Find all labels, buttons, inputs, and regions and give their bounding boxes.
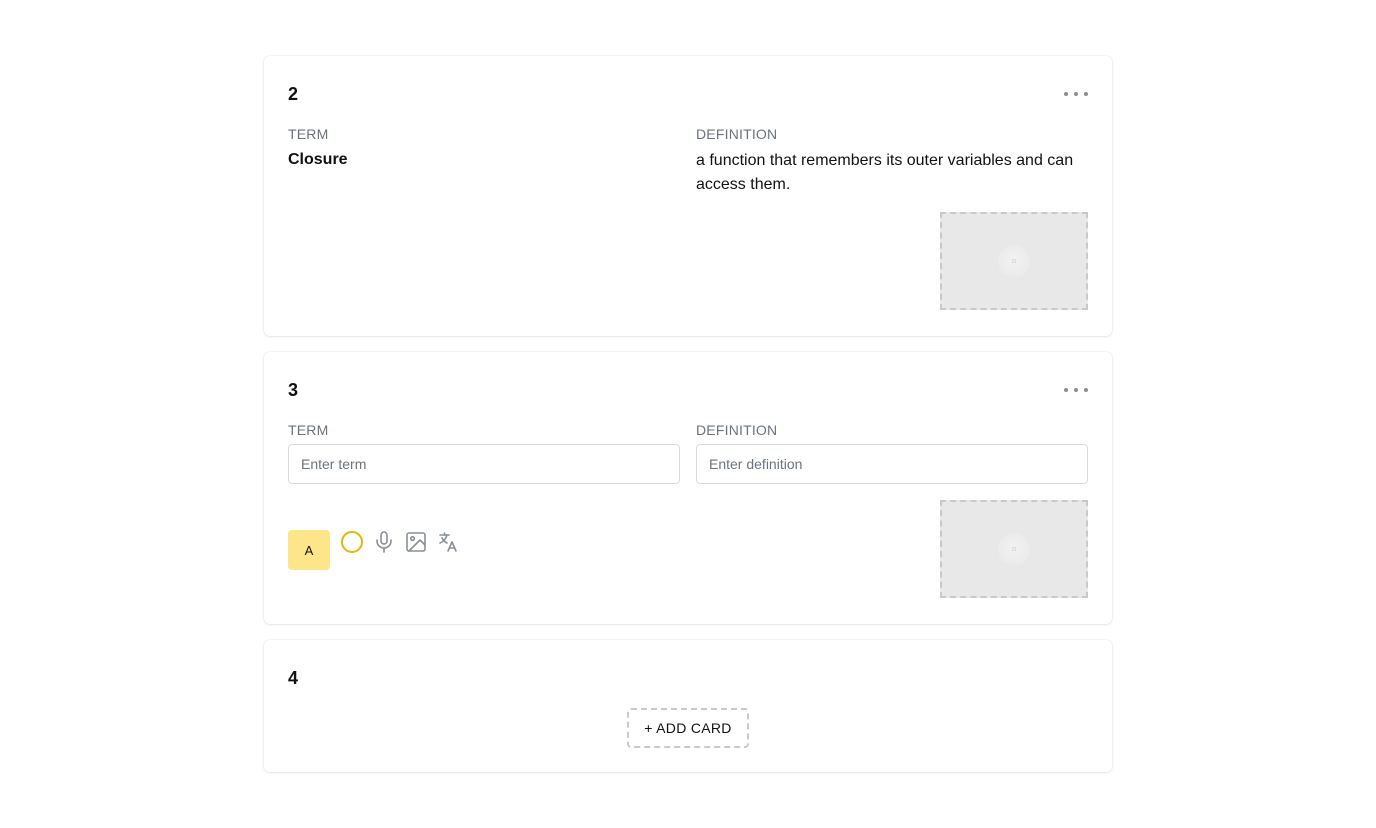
definition-value[interactable]: a function that remembers its outer vari… — [696, 149, 1088, 197]
add-card-button[interactable]: + ADD CARD — [627, 708, 749, 748]
more-dot — [1084, 92, 1088, 96]
circle-color-icon[interactable] — [340, 530, 364, 554]
flashcard-3: 3 TERM DEFINITION A — [264, 352, 1112, 624]
card-menu-button[interactable] — [1064, 380, 1088, 400]
image-upload-slot[interactable]: ⊡ — [940, 212, 1088, 310]
text-format-button[interactable]: A — [288, 530, 330, 570]
flashcard-2: 2 TERM DEFINITION Closure a function tha… — [264, 56, 1112, 336]
definition-input[interactable] — [696, 444, 1088, 484]
definition-label: DEFINITION — [696, 126, 778, 142]
more-dot — [1084, 388, 1088, 392]
card-menu-button[interactable] — [1064, 84, 1088, 104]
microphone-icon[interactable] — [372, 530, 396, 554]
term-input[interactable] — [288, 444, 680, 484]
flashcard-4: 4 + ADD CARD — [264, 640, 1112, 772]
more-dot — [1074, 92, 1078, 96]
image-placeholder-icon: ⊡ — [998, 533, 1030, 565]
image-icon[interactable] — [404, 530, 428, 554]
image-upload-slot[interactable]: ⊡ — [940, 500, 1088, 598]
more-dot — [1074, 388, 1078, 392]
term-label: TERM — [288, 126, 329, 142]
definition-label: DEFINITION — [696, 422, 778, 438]
card-toolbar: A — [288, 530, 468, 570]
term-label: TERM — [288, 422, 329, 438]
term-value[interactable]: Closure — [288, 149, 348, 171]
more-horizontal-icon — [1064, 388, 1068, 392]
translate-icon[interactable] — [436, 530, 460, 554]
image-placeholder-icon: ⊡ — [998, 245, 1030, 277]
card-number: 2 — [288, 84, 299, 104]
card-number: 3 — [288, 380, 299, 400]
more-horizontal-icon — [1064, 92, 1068, 96]
card-number: 4 — [288, 668, 299, 688]
